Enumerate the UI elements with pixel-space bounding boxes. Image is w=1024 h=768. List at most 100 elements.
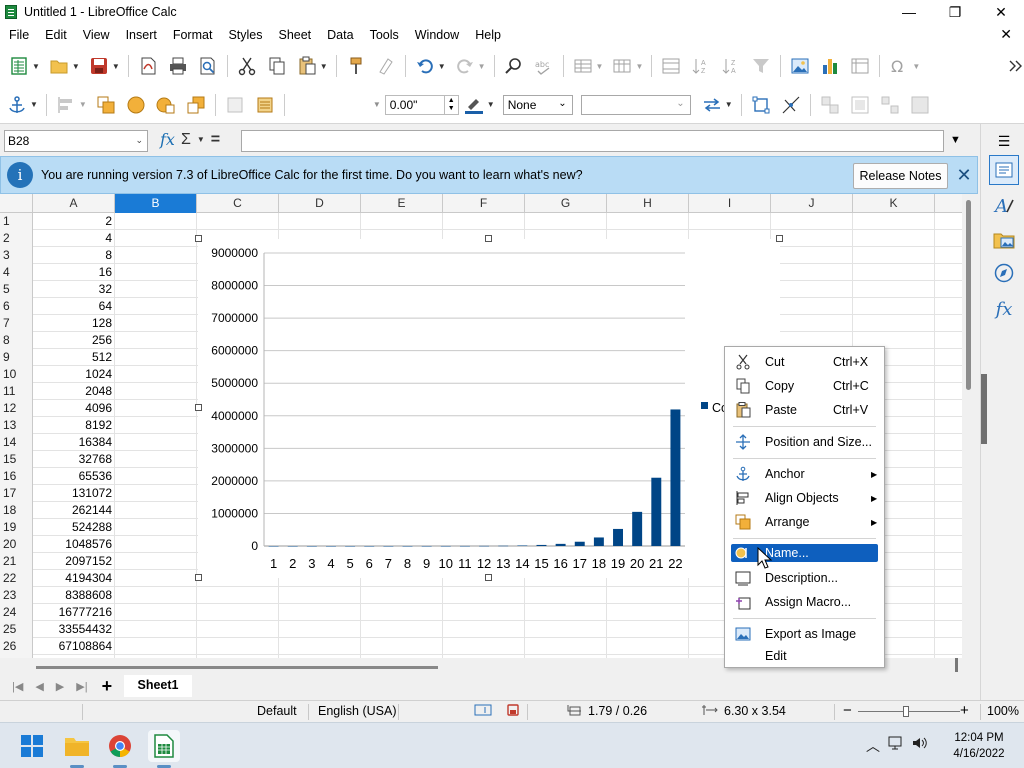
clock[interactable]: 12:04 PM 4/16/2022 bbox=[944, 730, 1014, 762]
column-header-h[interactable]: H bbox=[607, 194, 689, 213]
column-header-e[interactable]: E bbox=[361, 194, 443, 213]
vertical-scroll-thumb[interactable] bbox=[966, 200, 971, 390]
close-document-icon[interactable]: ✕ bbox=[1000, 26, 1012, 43]
chevron-down-icon[interactable]: ▼ bbox=[438, 62, 446, 71]
scroll-split-handle[interactable] bbox=[955, 658, 958, 672]
chevron-down-icon[interactable]: ▼ bbox=[72, 62, 80, 71]
cell-a[interactable]: 4096 bbox=[33, 400, 115, 417]
copy-icon[interactable] bbox=[266, 55, 288, 77]
cell-a[interactable]: 16 bbox=[33, 264, 115, 281]
cell-a[interactable]: 8192 bbox=[33, 417, 115, 434]
file-explorer-icon[interactable] bbox=[61, 730, 93, 768]
document-modified-icon[interactable] bbox=[507, 704, 519, 719]
menu-item-position-and-size[interactable]: Position and Size... bbox=[725, 431, 884, 453]
line-style-dropdown[interactable] bbox=[292, 94, 379, 115]
line-color-icon[interactable] bbox=[463, 94, 485, 116]
close-infobar-icon[interactable]: ✕ bbox=[954, 163, 974, 187]
menu-data[interactable]: Data bbox=[319, 28, 361, 42]
zoom-slider[interactable] bbox=[858, 711, 960, 712]
horizontal-scroll-thumb[interactable] bbox=[36, 666, 438, 669]
row-header[interactable]: 7 bbox=[0, 315, 33, 332]
zoom-in-icon[interactable]: + bbox=[960, 702, 969, 719]
sort-descending-icon[interactable]: ZA bbox=[720, 55, 742, 77]
points-icon[interactable] bbox=[780, 94, 802, 116]
menu-item-cut[interactable]: Cut Ctrl+X bbox=[725, 351, 884, 373]
selection-mode-icon[interactable] bbox=[474, 704, 492, 719]
release-notes-button[interactable]: Release Notes bbox=[853, 163, 948, 189]
row-header[interactable]: 15 bbox=[0, 451, 33, 468]
chevron-down-icon[interactable]: ▼ bbox=[478, 62, 486, 71]
zoom-slider-thumb[interactable] bbox=[903, 706, 909, 717]
row-header[interactable]: 22 bbox=[0, 570, 33, 587]
navigator-icon[interactable] bbox=[989, 258, 1019, 288]
chevron-down-icon[interactable]: ▼ bbox=[79, 100, 87, 109]
zoom-out-icon[interactable]: − bbox=[843, 702, 852, 719]
find-replace-icon[interactable] bbox=[503, 55, 525, 77]
menu-view[interactable]: View bbox=[75, 28, 118, 42]
cell-a[interactable]: 128 bbox=[33, 315, 115, 332]
column-header-f[interactable]: F bbox=[443, 194, 525, 213]
hamburger-menu-icon[interactable]: ☰ bbox=[989, 126, 1019, 156]
ungroup-icon[interactable] bbox=[879, 94, 901, 116]
menu-item-assign-macro[interactable]: Assign Macro... bbox=[725, 591, 884, 613]
anchor-icon[interactable] bbox=[6, 94, 28, 116]
row-header[interactable]: 4 bbox=[0, 264, 33, 281]
cell-a[interactable]: 2097152 bbox=[33, 553, 115, 570]
chevron-down-icon[interactable]: ▼ bbox=[725, 100, 733, 109]
menu-styles[interactable]: Styles bbox=[220, 28, 270, 42]
cell-a[interactable]: 1048576 bbox=[33, 536, 115, 553]
chevron-down-icon[interactable]: ▼ bbox=[197, 135, 205, 144]
arrow-style-icon[interactable] bbox=[701, 94, 723, 116]
paste-icon[interactable] bbox=[296, 55, 318, 77]
cell-a[interactable]: 4194304 bbox=[33, 570, 115, 587]
line-width-field[interactable]: 0.00" bbox=[384, 94, 445, 115]
cell-a[interactable]: 1024 bbox=[33, 366, 115, 383]
selection-handle[interactable] bbox=[195, 404, 202, 411]
enter-group-icon[interactable] bbox=[849, 94, 871, 116]
menu-help[interactable]: Help bbox=[467, 28, 509, 42]
menu-insert[interactable]: Insert bbox=[118, 28, 165, 42]
sidebar-collapse-handle[interactable] bbox=[981, 374, 987, 444]
row-header[interactable]: 1 bbox=[0, 213, 33, 230]
menu-tools[interactable]: Tools bbox=[362, 28, 407, 42]
chevron-down-icon[interactable]: ▼ bbox=[112, 62, 120, 71]
open-folder-icon[interactable] bbox=[48, 55, 70, 77]
cell-a[interactable]: 8388608 bbox=[33, 587, 115, 604]
menu-item-anchor[interactable]: Anchor ▶ bbox=[725, 463, 884, 485]
gallery-icon[interactable] bbox=[989, 225, 1019, 255]
send-to-back-icon[interactable] bbox=[185, 94, 207, 116]
cell-a[interactable]: 33554432 bbox=[33, 621, 115, 638]
selection-handle[interactable] bbox=[485, 235, 492, 242]
row-header[interactable]: 16 bbox=[0, 468, 33, 485]
row-header[interactable]: 5 bbox=[0, 281, 33, 298]
pivot-table-icon[interactable] bbox=[849, 55, 871, 77]
chevron-down-icon[interactable]: ▼ bbox=[30, 100, 38, 109]
menu-item-edit[interactable]: Edit bbox=[725, 645, 884, 667]
chevron-down-icon[interactable]: ▼ bbox=[912, 62, 920, 71]
cell-a[interactable]: 16777216 bbox=[33, 604, 115, 621]
sum-icon[interactable]: Σ bbox=[181, 131, 191, 149]
cell-a[interactable]: 65536 bbox=[33, 468, 115, 485]
row-header[interactable]: 3 bbox=[0, 247, 33, 264]
clear-formatting-icon[interactable] bbox=[375, 55, 397, 77]
chevron-down-icon[interactable]: ▼ bbox=[32, 62, 40, 71]
bar-chart[interactable]: 9000000 8000000 7000000 6000000 5000000 40000… bbox=[198, 239, 780, 578]
close-button[interactable]: ✕ bbox=[978, 0, 1024, 24]
selection-handle[interactable] bbox=[485, 574, 492, 581]
selection-handle[interactable] bbox=[195, 574, 202, 581]
page-style[interactable]: Default bbox=[257, 704, 297, 718]
row-header[interactable]: 11 bbox=[0, 383, 33, 400]
group-icon[interactable] bbox=[819, 94, 841, 116]
insert-chart-icon[interactable] bbox=[819, 55, 841, 77]
column-header-k[interactable]: K bbox=[853, 194, 935, 213]
column-header-a[interactable]: A bbox=[33, 194, 115, 213]
sheet-tab-sheet1[interactable]: Sheet1 bbox=[124, 675, 192, 697]
row-icon[interactable] bbox=[572, 55, 594, 77]
properties-icon[interactable] bbox=[989, 155, 1019, 185]
volume-icon[interactable] bbox=[912, 736, 928, 756]
last-sheet-icon[interactable]: ▶| bbox=[76, 680, 87, 693]
add-sheet-icon[interactable]: + bbox=[102, 676, 113, 697]
row-header[interactable]: 14 bbox=[0, 434, 33, 451]
first-sheet-icon[interactable]: |◀ bbox=[12, 680, 23, 693]
column-icon[interactable] bbox=[611, 55, 633, 77]
